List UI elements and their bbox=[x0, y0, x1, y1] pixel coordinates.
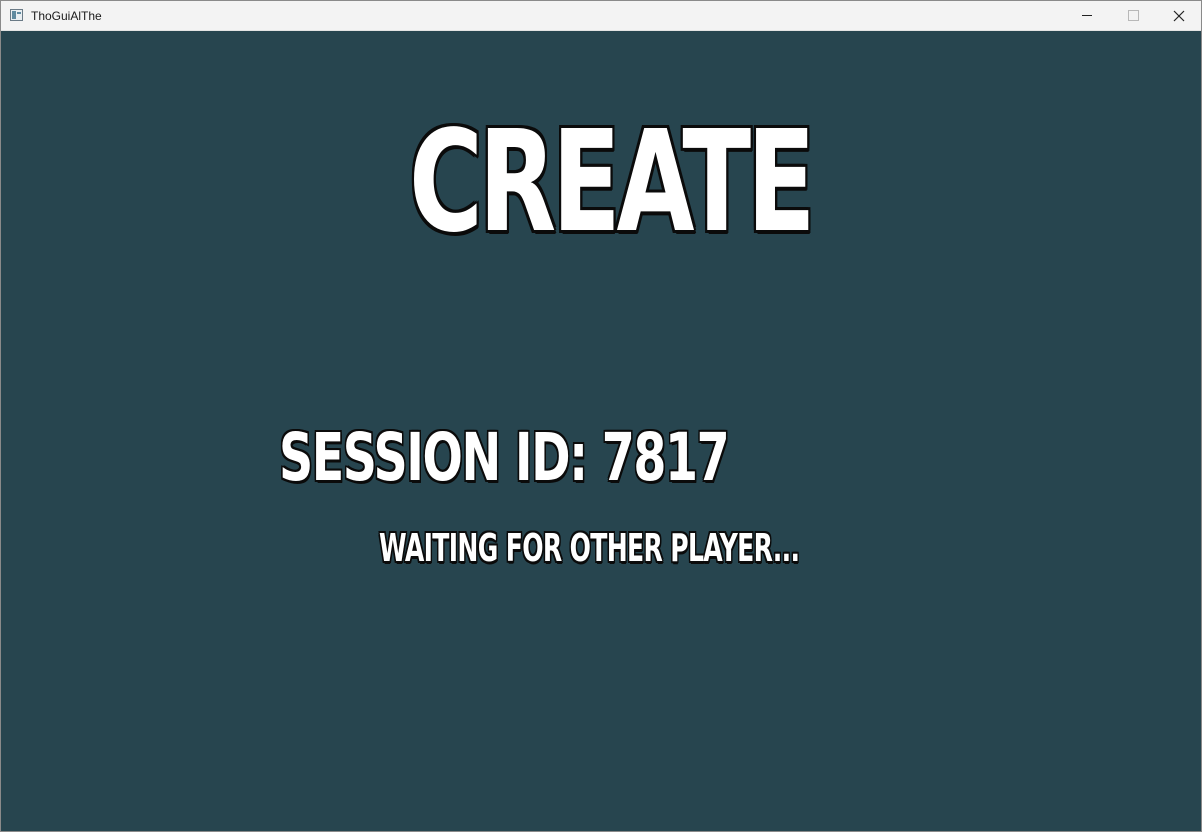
close-icon bbox=[1173, 10, 1185, 22]
screen-title: CREATE bbox=[409, 101, 816, 264]
game-canvas: CREATE SESSION ID: 7817 WAITING FOR OTHE… bbox=[1, 31, 1201, 831]
maximize-button[interactable] bbox=[1109, 1, 1155, 31]
minimize-button[interactable] bbox=[1063, 1, 1109, 31]
session-id-label: SESSION ID: bbox=[279, 419, 588, 496]
waiting-status: WAITING FOR OTHER PLAYER... bbox=[379, 526, 800, 570]
game-window: ThoGuiAlThe CREATE SESSION ID: 7817 WAIT… bbox=[0, 0, 1202, 832]
session-id-value: 7817 bbox=[601, 419, 730, 496]
session-id-line: SESSION ID: 7817 bbox=[279, 423, 730, 493]
window-title: ThoGuiAlThe bbox=[31, 9, 102, 23]
title-bar[interactable]: ThoGuiAlThe bbox=[1, 1, 1201, 31]
close-button[interactable] bbox=[1155, 1, 1201, 31]
app-window-icon bbox=[10, 9, 23, 21]
